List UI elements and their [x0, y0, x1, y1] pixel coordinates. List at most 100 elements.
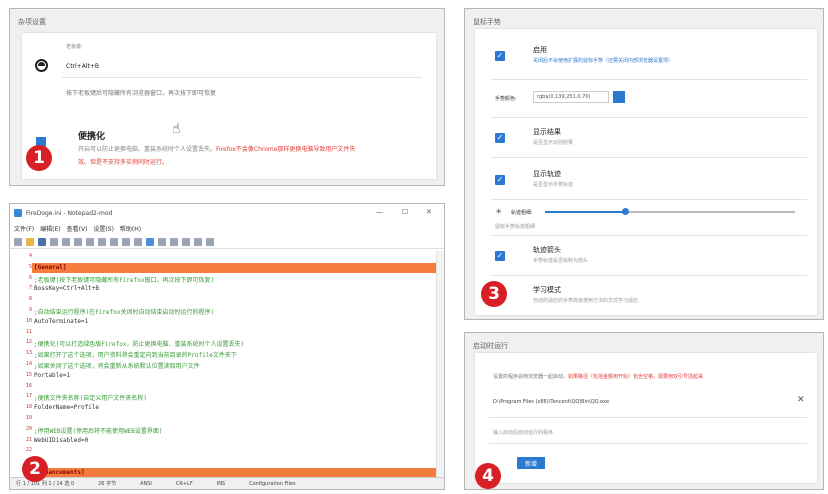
learn-mode-title: 学习模式 — [533, 286, 561, 294]
line-number: 22 — [25, 447, 32, 454]
enable-title: 启用 — [533, 46, 547, 54]
misc-settings-panel: 杂项设置 老板键: Ctrl+Alt+B 按下老板键后可隐藏所有浏览器窗口，再次… — [9, 8, 445, 186]
divider — [62, 77, 422, 78]
menu-help[interactable]: 帮助(H) — [120, 224, 141, 233]
line-number: 6 — [28, 274, 32, 281]
color-input[interactable]: rgba(0,139,251,0.70) — [533, 91, 609, 103]
notepad-app-icon — [14, 209, 22, 217]
code-line: ;如果打开了这个选项，用户资料将会重定向到当前目录的Profile文件夹下 — [34, 352, 237, 360]
save-icon[interactable] — [38, 237, 46, 246]
startup-run-card: 设置的程序会随浏览器一起启动，如果路径（包括金额用开始）包含空格，需要用双引号括… — [475, 353, 817, 483]
arrow-title: 轨迹箭头 — [533, 246, 561, 254]
customize-icon[interactable] — [194, 237, 202, 246]
line-number: 15 — [25, 371, 32, 378]
code-line: Portable=1 — [34, 371, 71, 379]
cursor-hand-icon: ☝ — [172, 121, 181, 137]
enable-checkbox[interactable]: ✓ — [495, 51, 505, 61]
gesture-settings-card: ✓ 启用 关闭后不会使用扩展的鼠标手势（还要关闭内部浏览器设置项） 手势颜色: … — [475, 29, 817, 315]
zoom-in-icon[interactable] — [158, 237, 166, 246]
code-line: AutoTerminate=1 — [34, 317, 89, 325]
learn-mode-desc: 自动的适应的手势高级使用方法的方式学习适应 — [533, 298, 639, 304]
line-number: 12 — [25, 339, 32, 346]
divider — [489, 417, 807, 418]
color-swatch-button[interactable] — [613, 91, 625, 103]
find-icon[interactable] — [122, 237, 130, 246]
divider — [491, 117, 807, 118]
track-width-desc: 鼠标手势轨迹粗细 — [495, 224, 536, 230]
brightness-icon: ☀ — [495, 207, 503, 216]
misc-settings-card: 老板键: Ctrl+Alt+B 按下老板键后可隐藏所有浏览器窗口，再次按下即可恢… — [22, 33, 436, 179]
undo-icon[interactable] — [62, 237, 70, 246]
panel-title: 杂项设置 — [18, 18, 46, 26]
code-line: [General] — [34, 263, 67, 271]
menu-settings[interactable]: 设置(S) — [93, 224, 114, 233]
word-wrap-icon[interactable] — [146, 237, 154, 246]
portable-desc-warning-2: 效。但是不支持多实例同时运行。 — [78, 159, 169, 166]
divider — [491, 235, 807, 236]
line-number: 13 — [25, 350, 32, 357]
hotkey-desc: 按下老板键后可隐藏所有浏览器窗口，再次按下即可恢复 — [66, 90, 217, 97]
show-track-title: 显示轨迹 — [533, 170, 561, 178]
portable-desc-warning: Firefox不会像Chrome那样更换电脑导致用户文件失 — [216, 146, 356, 153]
portable-title: 便携化 — [78, 132, 106, 142]
show-result-desc: 是否显示识别结果 — [533, 140, 574, 146]
step-badge-1: 1 — [26, 145, 52, 171]
show-result-checkbox[interactable]: ✓ — [495, 133, 505, 143]
status-bar: 行 1 / 101 列 1 / 14 选 0 26 字节 ANSI CR+LF … — [10, 477, 444, 489]
line-number: 4 — [28, 253, 32, 259]
line-number: 10 — [25, 317, 32, 324]
line-number: 19 — [25, 415, 32, 421]
line-number: 16 — [25, 382, 32, 389]
show-track-checkbox[interactable]: ✓ — [495, 175, 505, 185]
code-line: ;停用WEB设置(停用后将不能使用WEB设置界面) — [34, 427, 163, 435]
status-eol: CR+LF — [175, 480, 193, 487]
open-folder-icon[interactable] — [26, 237, 34, 246]
copy-icon[interactable] — [98, 237, 106, 246]
close-icon[interactable]: ✕ — [426, 208, 432, 216]
print-icon[interactable] — [50, 237, 58, 246]
menu-edit[interactable]: 编辑(E) — [40, 224, 60, 233]
replace-icon[interactable] — [134, 237, 142, 246]
line-number: 7 — [28, 285, 32, 292]
startup-desc-normal: 设置的程序会随浏览器一起启动， — [493, 374, 569, 380]
scheme-icon[interactable] — [182, 237, 190, 246]
panel-title: 鼠标手势 — [473, 18, 501, 26]
remove-path-icon[interactable]: ✕ — [797, 395, 805, 405]
minimize-icon[interactable]: — — [376, 208, 383, 216]
add-program-button[interactable]: 新增 — [517, 457, 545, 469]
menu-file[interactable]: 文件(F) — [14, 224, 34, 233]
slider-knob[interactable] — [622, 208, 629, 215]
divider — [491, 157, 807, 158]
paste-icon[interactable] — [110, 237, 118, 246]
redo-icon[interactable] — [74, 237, 82, 246]
arrow-checkbox[interactable]: ✓ — [495, 251, 505, 261]
line-number: 18 — [25, 404, 32, 411]
editor-text-area[interactable]: 4 5 [General] 6 ;老板键(按下老板键可隐藏所有Firefox窗口，再次按… — [10, 251, 436, 478]
track-width-slider[interactable] — [545, 208, 795, 216]
maximize-icon[interactable]: ☐ — [402, 208, 408, 216]
enable-desc: 关闭后不会使用扩展的鼠标手势（还要关闭内部浏览器设置项） — [533, 58, 674, 64]
track-width-label: 轨迹粗细: — [511, 210, 533, 216]
status-encoding: ANSI — [140, 480, 152, 487]
hotkey-value[interactable]: Ctrl+Alt+B — [66, 63, 99, 70]
vertical-scrollbar[interactable] — [436, 251, 444, 477]
new-file-icon[interactable] — [14, 237, 22, 246]
divider — [491, 199, 807, 200]
status-size: 26 字节 — [98, 481, 117, 487]
line-number: 14 — [25, 361, 32, 367]
zoom-out-icon[interactable] — [170, 237, 178, 246]
step-badge-4: 4 — [475, 463, 501, 489]
startup-run-panel: 启动时运行 设置的程序会随浏览器一起启动，如果路径（包括金额用开始）包含空格，需… — [464, 332, 824, 490]
slider-fill — [545, 211, 625, 213]
window-title: FireDoge.ini - Notepad2-mod — [26, 209, 113, 217]
hotkey-label: 老板键: — [66, 44, 83, 50]
arrow-desc: 手势轨迹是否绘制为箭头 — [533, 258, 589, 264]
exit-icon[interactable] — [206, 237, 214, 246]
cut-icon[interactable] — [86, 237, 94, 246]
code-line: FolderName=Profile — [34, 404, 100, 412]
line-number: 21 — [25, 436, 32, 443]
line-number: 9 — [28, 307, 32, 313]
menu-view[interactable]: 查看(V) — [67, 224, 88, 233]
program-path-input[interactable]: 输入启动后自动运行的程序 — [493, 429, 793, 439]
notepad-window: FireDoge.ini - Notepad2-mod — ☐ ✕ 文件(F) … — [9, 203, 445, 490]
